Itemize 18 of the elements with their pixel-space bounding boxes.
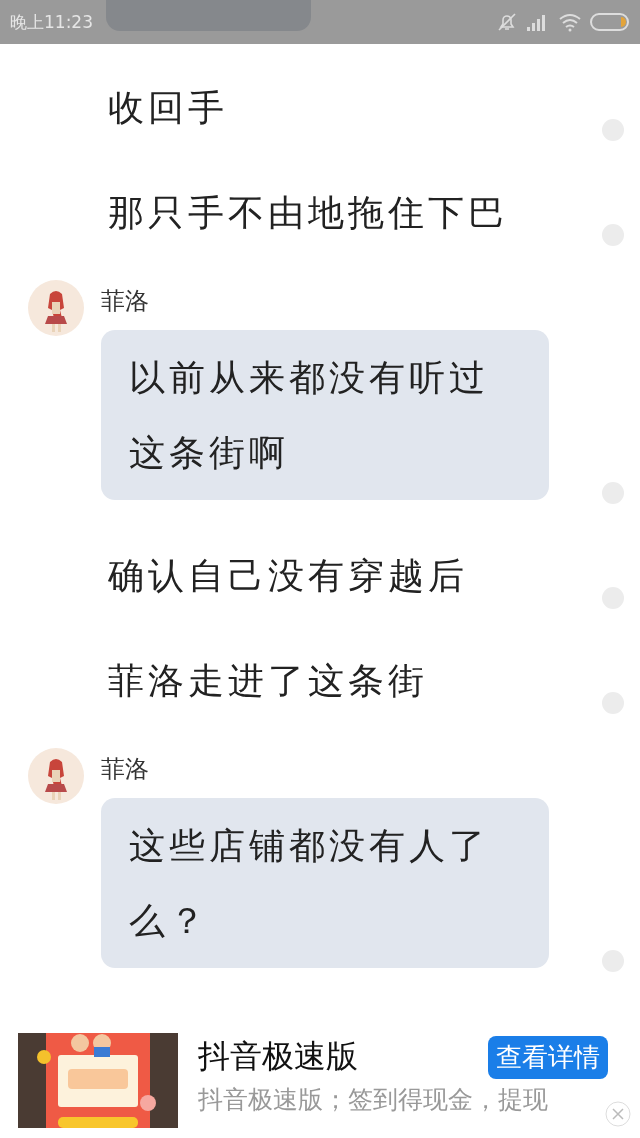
ad-description: 抖音极速版；签到得现金，提现 [198,1084,548,1116]
battery-icon [590,12,630,32]
avatar-icon [28,280,84,336]
status-time: 晚上11:23 [10,10,93,34]
message-bubble: 这些店铺都没有人了么？ [101,798,549,968]
message-bubble: 以前从来都没有听过这条街啊 [101,330,549,500]
narration-text: 收回手 [108,87,228,128]
narration-text: 菲洛走进了这条街 [108,660,428,701]
mute-bell-icon [496,11,518,33]
close-icon[interactable] [604,1100,632,1128]
sender-name: 菲洛 [101,756,150,782]
narration-text: 确认自己没有穿越后 [108,555,468,596]
narration-text: 那只手不由地拖住下巴 [108,192,508,233]
sender-name: 菲洛 [101,288,150,314]
avatar-icon [28,748,84,804]
wifi-icon [558,12,582,32]
ad-title: 抖音极速版 [198,1036,358,1077]
details-button[interactable]: 查看详情 [488,1035,608,1079]
